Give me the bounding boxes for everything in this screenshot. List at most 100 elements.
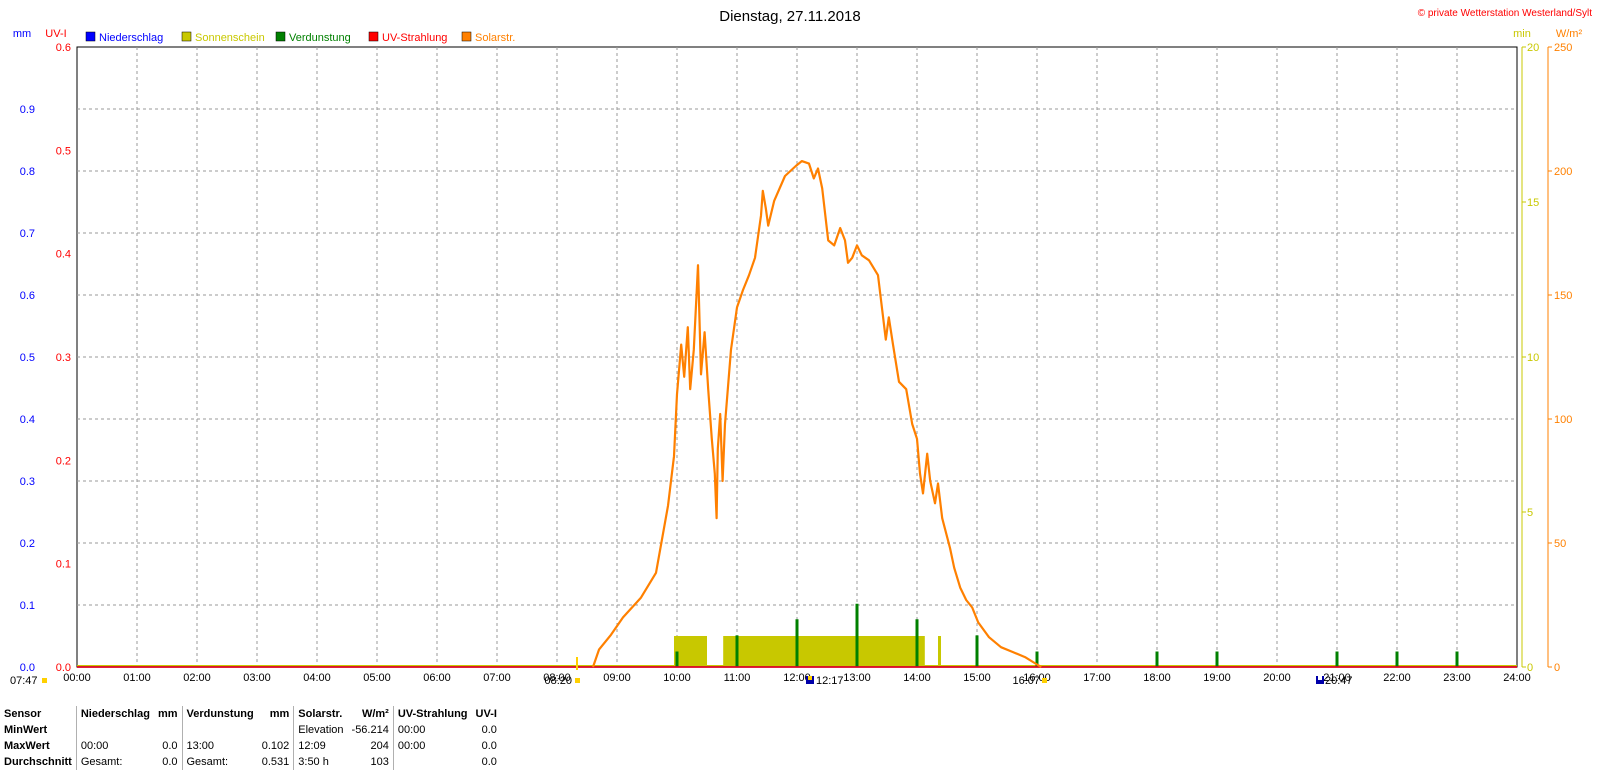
evaporation-spike bbox=[1155, 651, 1159, 667]
uv-unit-label: UV-I bbox=[45, 28, 66, 40]
evaporation-spike bbox=[975, 635, 979, 667]
x-tick-label: 10:00 bbox=[663, 672, 691, 684]
stats-cell bbox=[75, 722, 144, 738]
stats-cell: 103 bbox=[370, 756, 389, 768]
x-tick-label: 06:00 bbox=[423, 672, 451, 684]
mm-tick-label: 0.7 bbox=[20, 228, 35, 240]
legend-swatch bbox=[368, 31, 379, 42]
stats-cell: Gesamt: bbox=[181, 754, 258, 770]
marker-moon-glyph-icon bbox=[1318, 676, 1322, 680]
marker-sunset-icon bbox=[1042, 678, 1047, 683]
mm-tick-label: 0.8 bbox=[20, 166, 35, 178]
chart-legend: Niederschlag Sonnenschein Verdunstung UV-St… bbox=[85, 31, 515, 44]
min-tick-label: 15 bbox=[1527, 197, 1539, 209]
legend-swatch bbox=[461, 31, 472, 42]
x-tick-label: 13:00 bbox=[843, 672, 871, 684]
x-tick-label: 11:00 bbox=[724, 672, 751, 684]
sunshine-bar bbox=[938, 636, 941, 667]
stats-header-mm1: mm bbox=[157, 708, 178, 720]
min-tick-label: 0 bbox=[1527, 662, 1533, 674]
x-tick-label: 03:00 bbox=[243, 672, 271, 684]
weather-chart: Dienstag, 27.11.2018 © private Wettersta… bbox=[10, 8, 1593, 687]
stats-cell: 0.0 bbox=[162, 756, 178, 768]
stats-cell bbox=[181, 722, 258, 738]
evaporation-spike bbox=[675, 651, 679, 667]
legend-label: Verdunstung bbox=[289, 32, 351, 44]
stats-row-label: MinWert bbox=[4, 724, 48, 736]
stats-cell: -56.214 bbox=[351, 724, 389, 736]
marker-sunset-label: 16:07 bbox=[1012, 675, 1040, 687]
stats-cell bbox=[258, 722, 294, 738]
marker-noon-sun-icon bbox=[808, 676, 812, 680]
x-tick-label: 17:00 bbox=[1083, 672, 1111, 684]
evaporation-spike bbox=[1455, 651, 1459, 667]
legend-label: Solarstr. bbox=[475, 32, 515, 44]
mm-tick-label: 0.2 bbox=[20, 538, 35, 550]
legend-swatch bbox=[275, 31, 286, 42]
stats-cell: 00:00 bbox=[392, 722, 472, 738]
x-tick-label: 22:00 bbox=[1383, 672, 1411, 684]
mm-unit-label: mm bbox=[13, 28, 31, 40]
stats-cell: 3:50 h bbox=[293, 754, 348, 770]
sunshine-bar bbox=[723, 636, 925, 667]
uv-tick-label: 0.5 bbox=[56, 145, 71, 157]
stats-cell: 0.0 bbox=[162, 740, 178, 752]
marker-civil-dawn-label: 07:47 bbox=[10, 675, 38, 687]
wm2-tick-label: 0 bbox=[1554, 662, 1560, 674]
mm-tick-label: 0.3 bbox=[20, 476, 35, 488]
sunshine-bar bbox=[674, 636, 707, 667]
solar-radiation-line bbox=[591, 160, 1042, 668]
stats-cell: Gesamt: bbox=[75, 754, 144, 770]
min-tick-label: 10 bbox=[1527, 352, 1539, 364]
stats-cell bbox=[154, 722, 182, 738]
wm2-tick-label: 200 bbox=[1554, 166, 1572, 178]
uv-tick-label: 0.0 bbox=[56, 662, 71, 674]
x-tick-label: 02:00 bbox=[183, 672, 211, 684]
stats-header-sensor: Sensor bbox=[4, 708, 42, 720]
evaporation-spike bbox=[795, 619, 799, 667]
mm-tick-label: 0.4 bbox=[20, 414, 35, 426]
stats-cell: 13:00 bbox=[181, 738, 258, 754]
wm2-unit-label: W/m² bbox=[1556, 28, 1583, 40]
stats-header-row: Sensor Niederschlag mm Verdunstung mm So… bbox=[0, 706, 501, 722]
chart-title: Dienstag, 27.11.2018 bbox=[719, 8, 861, 25]
mm-tick-label: 0.9 bbox=[20, 104, 35, 116]
legend-label: Sonnenschein bbox=[195, 32, 265, 44]
x-tick-label: 09:00 bbox=[603, 672, 631, 684]
uv-tick-label: 0.3 bbox=[56, 352, 71, 364]
legend-swatch bbox=[85, 31, 96, 42]
evaporation-spike bbox=[1335, 651, 1339, 667]
marker-moon-label: 20:47 bbox=[1325, 675, 1353, 687]
uv-tick-label: 0.2 bbox=[56, 455, 71, 467]
marker-noon-label: 12:17 bbox=[816, 675, 844, 687]
evaporation-spike bbox=[1215, 651, 1219, 667]
marker-sunrise-label: 08:20 bbox=[544, 675, 572, 687]
stats-cell: 0.531 bbox=[261, 756, 290, 768]
wm2-tick-label: 150 bbox=[1554, 290, 1572, 302]
mm-tick-label: 0.0 bbox=[20, 662, 35, 674]
stats-header-verdunstung: Verdunstung bbox=[181, 706, 258, 722]
stats-cell bbox=[392, 754, 472, 770]
marker-sunrise-icon bbox=[575, 678, 580, 683]
stats-row-avg: Durchschnitt Gesamt: 0.0 Gesamt: 0.531 3… bbox=[0, 754, 501, 770]
stats-cell: 00:00 bbox=[392, 738, 472, 754]
stats-row-label: MaxWert bbox=[4, 740, 50, 752]
min-tick-label: 5 bbox=[1527, 507, 1533, 519]
x-tick-label: 20:00 bbox=[1263, 672, 1291, 684]
evaporation-spike bbox=[855, 603, 859, 667]
uv-tick-label: 0.4 bbox=[56, 249, 71, 261]
stats-table: Sensor Niederschlag mm Verdunstung mm So… bbox=[0, 706, 501, 770]
chart-axes: 00:00 01:00 02:00 03:00 04:00 05:00 06:00 07:00… bbox=[20, 42, 1573, 684]
evaporation-spike bbox=[735, 635, 739, 667]
stats-header-solar: Solarstr. bbox=[293, 706, 348, 722]
legend-label: Niederschlag bbox=[99, 32, 163, 44]
stats-row-label: Durchschnitt bbox=[4, 756, 72, 768]
copyright-text: © private Wetterstation Westerland/Sylt bbox=[1418, 8, 1593, 19]
stats-cell: 0.0 bbox=[481, 740, 497, 752]
min-unit-label: min bbox=[1513, 28, 1531, 40]
stats-cell: 0.102 bbox=[261, 740, 290, 752]
marker-civil-dawn-icon bbox=[42, 678, 47, 683]
x-tick-label: 01:00 bbox=[123, 672, 151, 684]
x-tick-label: 14:00 bbox=[903, 672, 931, 684]
evaporation-spike bbox=[1395, 651, 1399, 667]
